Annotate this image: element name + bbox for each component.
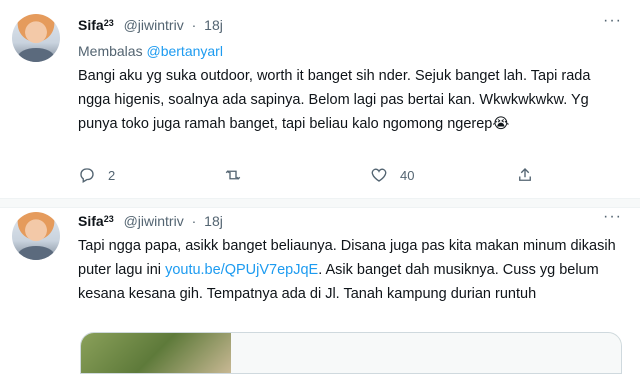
- like-count: 40: [400, 167, 415, 183]
- tweet-header: Sifa23 @jiwintriv · 18j: [78, 17, 223, 33]
- reply-icon: [80, 168, 94, 183]
- more-icon[interactable]: ···: [603, 208, 622, 226]
- tweet-header: Sifa23 @jiwintriv · 18j: [78, 213, 223, 229]
- share-button[interactable]: [516, 166, 534, 184]
- avatar[interactable]: [12, 14, 60, 62]
- display-name[interactable]: Sifa: [78, 17, 104, 33]
- share-icon: [519, 168, 531, 181]
- media-card[interactable]: [80, 332, 622, 374]
- tweet[interactable]: Sifa23 @jiwintriv · 18j ··· Membalas @be…: [0, 0, 640, 198]
- user-handle[interactable]: @jiwintriv: [124, 17, 184, 33]
- retweet-icon: [225, 170, 241, 180]
- reply-context: Membalas @bertanyarl: [78, 43, 223, 59]
- retweet-button[interactable]: [224, 166, 254, 184]
- reply-count: 2: [108, 167, 116, 183]
- name-badge: 23: [103, 214, 114, 224]
- more-icon[interactable]: ···: [603, 12, 622, 30]
- reply-button[interactable]: 2: [78, 166, 115, 184]
- avatar[interactable]: [12, 212, 60, 260]
- name-badge: 23: [103, 18, 114, 28]
- timestamp[interactable]: 18j: [204, 17, 223, 33]
- tweet-actions: 2 40: [78, 166, 618, 186]
- tweet[interactable]: Sifa23 @jiwintriv · 18j ··· Tapi ngga pa…: [0, 198, 640, 374]
- user-handle[interactable]: @jiwintriv: [124, 213, 184, 229]
- card-image: [81, 333, 231, 373]
- reply-mention[interactable]: @bertanyarl: [146, 43, 222, 59]
- tweet-link[interactable]: youtu.be/QPUjV7epJqE: [165, 262, 318, 278]
- display-name[interactable]: Sifa: [78, 213, 104, 229]
- tweet-text: Bangi aku yg suka outdoor, worth it bang…: [78, 68, 591, 132]
- timestamp[interactable]: 18j: [204, 213, 223, 229]
- tweet-text: Tapi ngga papa, asikk banget beliaunya. …: [78, 238, 616, 302]
- like-button[interactable]: 40: [370, 166, 414, 184]
- like-icon: [371, 168, 387, 182]
